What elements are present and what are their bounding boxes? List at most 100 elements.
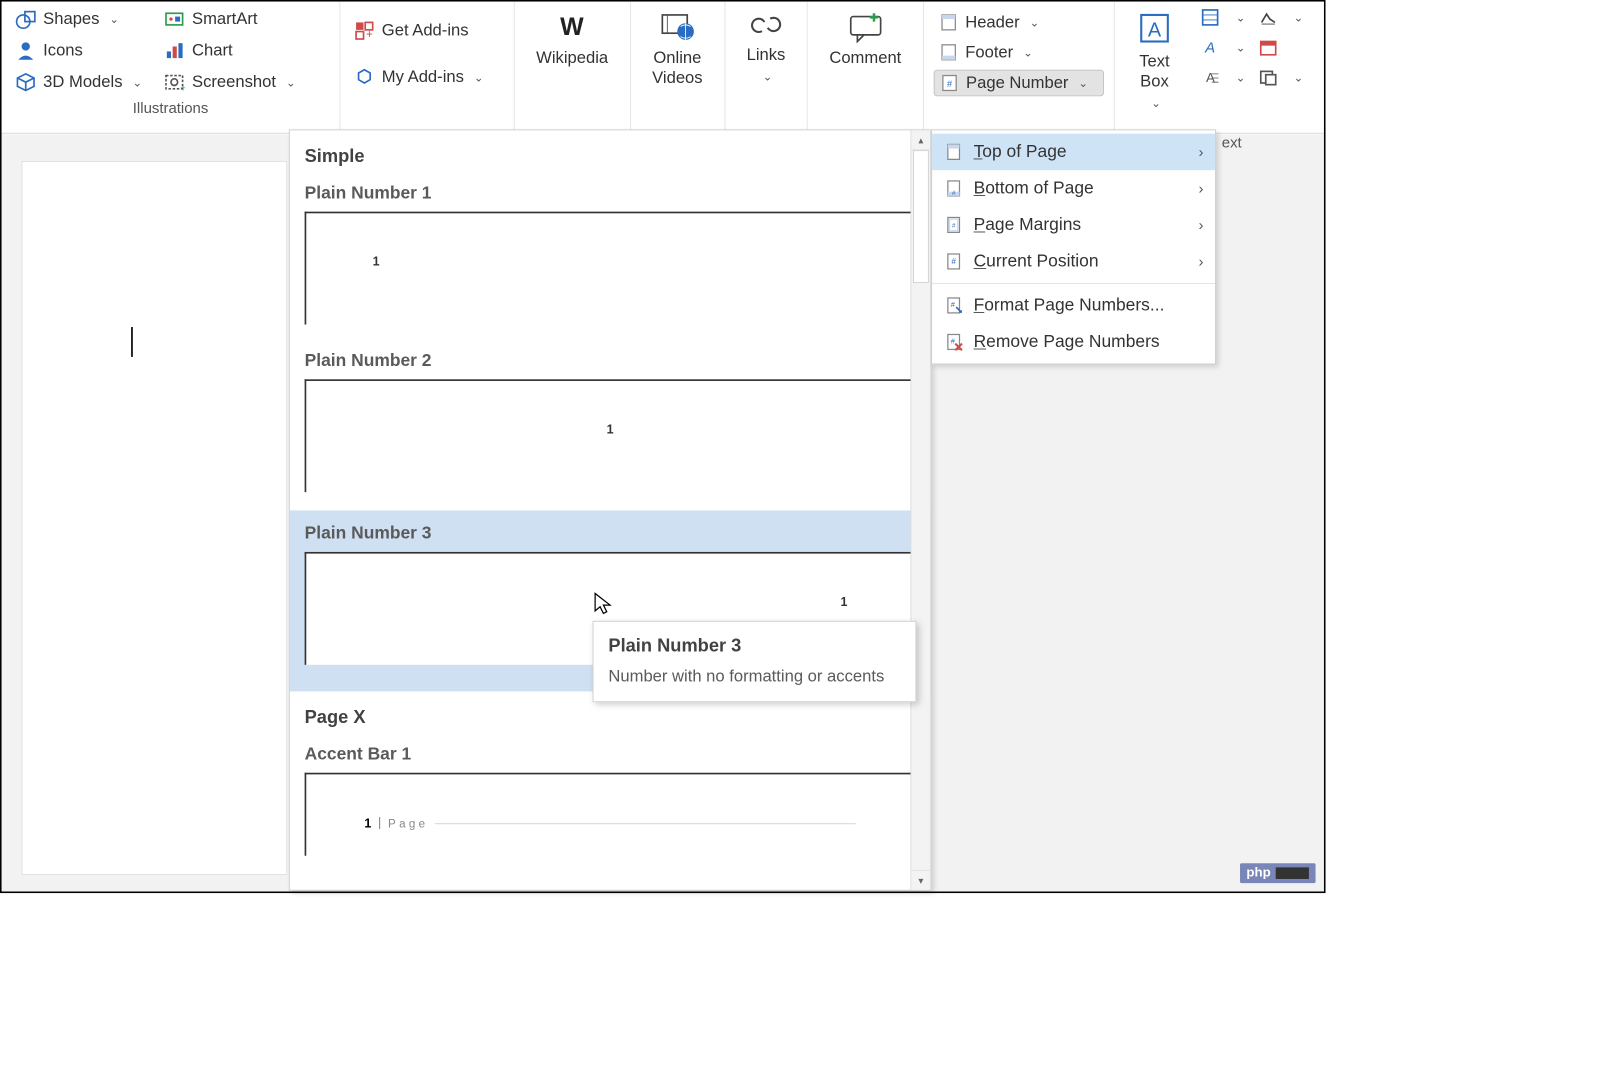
tooltip: Plain Number 3 Number with no formatting… <box>593 621 917 702</box>
page-number-dropdown: Top of Page › # Bottom of Page › # Page … <box>931 129 1216 364</box>
group-wikipedia: W Wikipedia <box>515 2 631 133</box>
page-current-icon: # <box>944 251 964 271</box>
header-label: Header <box>965 13 1019 32</box>
chevron-right-icon: › <box>1199 216 1204 233</box>
wikipedia-label: Wikipedia <box>536 48 608 68</box>
header-button[interactable]: Header⌄ <box>934 10 1104 35</box>
chart-label: Chart <box>192 41 233 60</box>
chevron-down-icon: ⌄ <box>132 75 142 89</box>
links-label: Links <box>747 45 786 65</box>
gallery-preview: 1 <box>305 379 916 492</box>
shapes-label: Shapes <box>43 10 99 29</box>
scroll-thumb[interactable] <box>913 150 929 283</box>
tooltip-description: Number with no formatting or accents <box>608 665 900 688</box>
my-addins-label: My Add-ins <box>382 68 464 87</box>
scroll-up-button[interactable]: ▴ <box>911 130 930 150</box>
dd-top-of-page[interactable]: Top of Page › <box>932 134 1215 171</box>
comment-button[interactable]: Comment <box>818 7 913 72</box>
text-caret <box>131 327 133 357</box>
scroll-down-button[interactable]: ▾ <box>911 870 930 890</box>
gallery-item-title: Plain Number 1 <box>290 175 931 212</box>
mouse-cursor-icon <box>593 591 615 622</box>
chevron-down-icon: ⌄ <box>1151 96 1161 110</box>
chevron-down-icon: ⌄ <box>109 12 119 26</box>
dd-page-margins[interactable]: # Page Margins › <box>932 207 1215 244</box>
smartart-label: SmartArt <box>192 10 257 29</box>
smartart-button[interactable]: SmartArt <box>160 7 299 32</box>
gallery-preview: 1 <box>305 212 916 325</box>
chevron-down-icon: ⌄ <box>1294 70 1304 84</box>
chevron-right-icon: › <box>1199 180 1204 197</box>
screenshot-label: Screenshot <box>192 73 276 92</box>
quick-parts-button[interactable] <box>1199 7 1221 29</box>
chevron-down-icon: ⌄ <box>474 70 484 84</box>
chevron-down-icon: ⌄ <box>1236 10 1246 24</box>
object-button[interactable] <box>1257 66 1279 88</box>
chevron-down-icon: ⌄ <box>1236 40 1246 54</box>
icons-label: Icons <box>43 41 83 60</box>
document-page[interactable] <box>22 161 288 875</box>
remove-icon: # <box>944 332 964 352</box>
text-box-button[interactable]: A Text Box ⌄ <box>1125 7 1185 114</box>
page-number-button[interactable]: # Page Number⌄ <box>934 70 1104 97</box>
icons-button[interactable]: Icons <box>12 38 146 63</box>
chevron-down-icon: ⌄ <box>1023 45 1033 59</box>
gallery-item-plain-2[interactable]: Plain Number 2 1 <box>290 343 931 492</box>
svg-text:+: + <box>180 83 185 93</box>
online-videos-button[interactable]: Online Videos <box>641 7 715 92</box>
chevron-down-icon: ⌄ <box>763 70 773 84</box>
footer-button[interactable]: Footer ⌄ <box>934 40 1104 65</box>
svg-text:A: A <box>1204 39 1215 56</box>
chevron-down-icon: ⌄ <box>1236 70 1246 84</box>
scroll-track[interactable] <box>911 150 930 870</box>
group-comments: Comment <box>808 2 924 133</box>
date-time-button[interactable] <box>1257 37 1279 59</box>
gallery-scrollbar[interactable]: ▴ ▾ <box>911 130 931 889</box>
drop-cap-button[interactable]: A <box>1199 66 1221 88</box>
group-header-footer: Header⌄ Footer⌄ # Page Number⌄ <box>924 2 1115 133</box>
tooltip-title: Plain Number 3 <box>608 635 900 657</box>
svg-text:W: W <box>560 13 584 41</box>
group-text: A Text Box ⌄ ⌄ ⌄ A ⌄ A ⌄ ⌄ <box>1115 2 1314 133</box>
gallery-item-title: Plain Number 2 <box>290 343 931 380</box>
screenshot-button[interactable]: + Screenshot ⌄ <box>160 70 299 95</box>
signature-line-button[interactable] <box>1257 7 1279 29</box>
chevron-down-icon: ⌄ <box>286 75 296 89</box>
ribbon: Shapes ⌄ Icons 3D Models ⌄ SmartArt <box>2 2 1324 134</box>
chevron-down-icon: ⌄ <box>1078 76 1088 90</box>
page-bottom-icon: # <box>944 178 964 198</box>
dd-current-position[interactable]: # Current Position › <box>932 243 1215 280</box>
wordart-button[interactable]: A <box>1199 37 1221 59</box>
my-addins-button[interactable]: My Add-ins ⌄ <box>350 65 504 90</box>
get-addins-button[interactable]: + Get Add-ins <box>350 18 504 43</box>
group-illustrations: Shapes ⌄ Icons 3D Models ⌄ SmartArt <box>2 2 341 133</box>
wikipedia-button[interactable]: W Wikipedia <box>525 7 620 72</box>
chart-button[interactable]: Chart <box>160 38 299 63</box>
page-number-gallery: Simple Plain Number 1 1 Plain Number 2 1… <box>289 129 931 890</box>
group-addins: + Get Add-ins My Add-ins ⌄ <box>340 2 514 133</box>
text-box-label: Text Box <box>1139 51 1169 91</box>
svg-text:#: # <box>951 256 956 266</box>
3d-models-button[interactable]: 3D Models ⌄ <box>12 70 146 95</box>
links-button[interactable]: Links ⌄ <box>735 7 797 88</box>
gallery-preview: 1 | Page <box>305 773 916 856</box>
page-margins-icon: # <box>944 215 964 235</box>
svg-text:A: A <box>1148 20 1162 42</box>
get-addins-label: Get Add-ins <box>382 21 469 40</box>
page-number-label: Page Number <box>966 73 1068 92</box>
watermark-badge: php <box>1240 863 1316 883</box>
svg-text:#: # <box>952 190 956 197</box>
dd-remove-page-numbers[interactable]: # Remove Page Numbers <box>932 324 1215 361</box>
chevron-down-icon: ⌄ <box>1294 10 1304 24</box>
group-label-text-partial: ext <box>1222 134 1242 151</box>
comment-label: Comment <box>829 48 901 68</box>
gallery-item-accent-1[interactable]: Accent Bar 1 1 | Page <box>290 736 931 856</box>
shapes-button[interactable]: Shapes ⌄ <box>12 7 146 32</box>
footer-label: Footer <box>965 43 1013 62</box>
dd-bottom-of-page[interactable]: # Bottom of Page › <box>932 170 1215 207</box>
page-top-icon <box>944 142 964 162</box>
gallery-item-title: Plain Number 3 <box>290 512 931 552</box>
svg-text:#: # <box>952 222 956 229</box>
gallery-item-plain-1[interactable]: Plain Number 1 1 <box>290 175 931 324</box>
dd-format-page-numbers[interactable]: # Format Page Numbers... <box>932 287 1215 324</box>
